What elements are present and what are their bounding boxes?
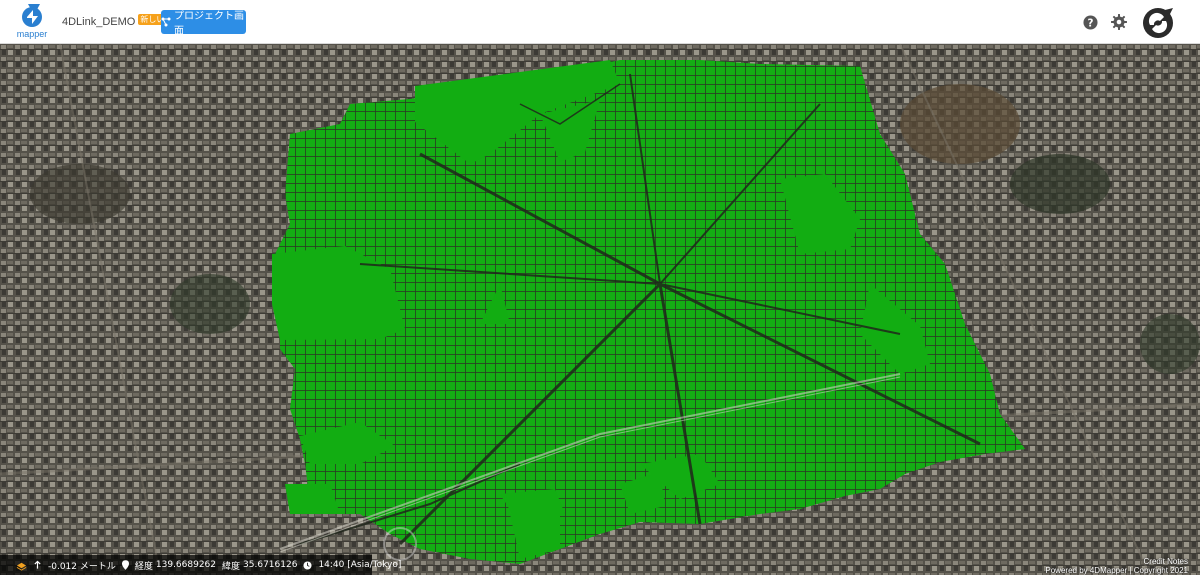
- credit-block: Credit Notes Powered by 4DMapper | Copyr…: [1045, 557, 1188, 575]
- credit-notes-link[interactable]: Credit Notes: [1045, 557, 1188, 566]
- project-name: 4DLink_DEMO: [62, 16, 136, 28]
- help-icon[interactable]: ?: [1081, 13, 1099, 31]
- up-arrow-icon: [33, 560, 42, 570]
- project-icon: [161, 17, 171, 27]
- longitude-label: 経度: [134, 561, 153, 572]
- latitude-label: 緯度: [222, 561, 241, 572]
- logo-text: mapper: [16, 29, 48, 39]
- satellite-map[interactable]: [0, 44, 1200, 575]
- elevation-value: -0.012 メートル: [48, 561, 116, 572]
- app-header: mapper 4DLink_DEMO 新しい ▾ プロジェクト画面 ?: [0, 0, 1200, 44]
- project-selector[interactable]: 4DLink_DEMO 新しい ▾: [62, 13, 174, 30]
- clock-icon: [303, 560, 312, 570]
- layers-icon[interactable]: [16, 560, 27, 571]
- map-view[interactable]: [0, 44, 1200, 575]
- svg-text:?: ?: [1087, 17, 1093, 29]
- project-screen-label: プロジェクト画面: [174, 11, 244, 37]
- longitude-value: 139.6689262: [155, 560, 217, 570]
- project-screen-button[interactable]: プロジェクト画面: [161, 10, 246, 37]
- location-pin-icon: [121, 560, 129, 570]
- mapper-logo[interactable]: mapper: [14, 3, 50, 41]
- time-value: 14:40 [Asia/Tokyo]: [318, 560, 402, 570]
- powered-by-text: Powered by 4DMapper | Copyright 2021: [1045, 566, 1188, 575]
- latitude-value: 35.6716126: [243, 560, 298, 570]
- gear-icon[interactable]: [1110, 13, 1128, 31]
- status-bar: -0.012 メートル 経度 139.6689262 緯度 35.6716126…: [0, 555, 401, 575]
- mapper-logo-icon: [22, 4, 42, 27]
- user-avatar-icon[interactable]: [1140, 5, 1176, 41]
